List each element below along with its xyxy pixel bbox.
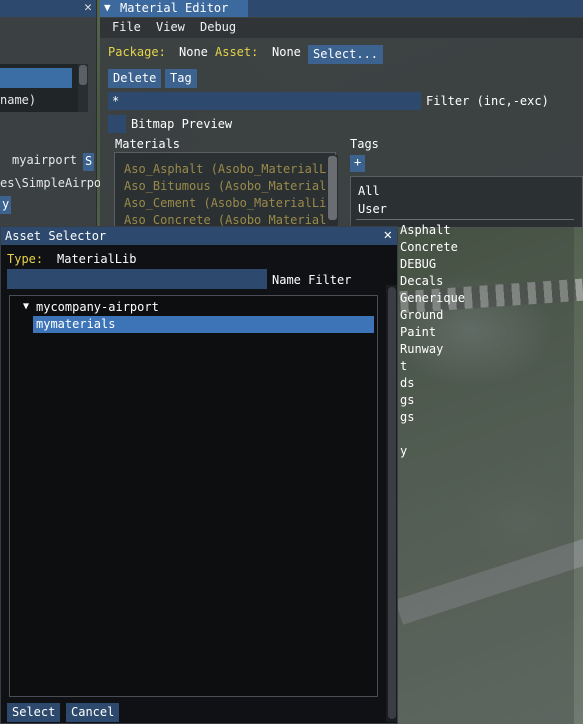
asset-selector-titlebar: Asset Selector ✕ <box>1 227 397 245</box>
tag-item[interactable]: Paint <box>400 325 436 339</box>
name-filter-input[interactable] <box>7 269 267 289</box>
left-window-titlebar: ✕ <box>0 0 96 17</box>
tag-item[interactable]: gs <box>400 393 414 407</box>
left-window-name-text: name) <box>0 93 37 107</box>
tag-item[interactable]: ds <box>400 376 414 390</box>
material-item[interactable]: Aso_Bitumous (Asobo_Materiall <box>124 179 327 193</box>
material-editor-titlebar: ▼ Material Editor <box>100 0 583 17</box>
tag-item-all[interactable]: All <box>358 184 380 198</box>
select-button[interactable]: Select <box>7 703 61 722</box>
tag-item[interactable]: gs <box>400 410 414 424</box>
left-window-s-button[interactable]: S <box>83 153 95 171</box>
chevron-down-icon[interactable]: ▼ <box>23 301 29 312</box>
asset-selector-scroll-thumb[interactable] <box>388 287 396 719</box>
filter-label: Filter (inc,-exc) <box>426 94 549 108</box>
close-icon[interactable]: ✕ <box>384 227 392 243</box>
close-icon[interactable]: ✕ <box>84 0 92 15</box>
filter-input[interactable]: * <box>108 92 421 110</box>
menu-view[interactable]: View <box>156 20 185 34</box>
material-item[interactable]: Aso_Cement (Asobo_MaterialLi <box>124 196 327 210</box>
material-editor-window: ▼ Material Editor File View Debug Packag… <box>100 0 583 230</box>
type-value: MaterialLib <box>57 252 137 266</box>
tag-item[interactable]: t <box>400 359 407 373</box>
tag-item[interactable]: Concrete <box>400 240 458 254</box>
delete-button[interactable]: Delete <box>108 69 162 88</box>
tag-item[interactable]: Ground <box>400 308 443 322</box>
filter-input-value: * <box>112 94 120 108</box>
asset-value: None <box>272 45 301 59</box>
select-asset-button[interactable]: Select... <box>308 45 384 64</box>
tag-item[interactable]: Asphalt <box>400 223 451 237</box>
left-window-path-text: es\SimpleAirpo <box>0 176 102 190</box>
menu-file[interactable]: File <box>112 20 141 34</box>
left-window: ✕ name) myairport S es\SimpleAirpo y <box>0 0 101 228</box>
tag-item-user[interactable]: User <box>358 202 387 216</box>
left-window-selected-item[interactable] <box>0 68 72 88</box>
material-item[interactable]: Aso_Concrete (Asobo_MaterialL <box>124 213 327 227</box>
asset-tree <box>9 295 378 697</box>
materials-header: Materials <box>115 137 181 151</box>
tag-item[interactable]: Generique <box>400 291 465 305</box>
asset-selector-title: Asset Selector <box>5 229 107 243</box>
asset-selector-dialog: Asset Selector ✕ Type: MaterialLib Name … <box>0 226 398 724</box>
asset-label: Asset: <box>215 45 259 59</box>
bitmap-preview-checkbox[interactable] <box>108 115 126 133</box>
material-item[interactable]: Aso_Asphalt (Asobo_MaterialL <box>124 162 327 176</box>
tag-item[interactable]: DEBUG <box>400 257 436 271</box>
bitmap-preview-label: Bitmap Preview <box>131 117 233 131</box>
package-value: None <box>179 45 208 59</box>
material-editor-tab[interactable]: ▼ Material Editor <box>100 0 248 17</box>
tree-node-root[interactable]: mycompany-airport <box>36 300 159 314</box>
left-window-y-button[interactable]: y <box>0 196 12 214</box>
menu-debug[interactable]: Debug <box>200 20 236 34</box>
left-window-airport-text: myairport <box>12 153 78 167</box>
tag-button[interactable]: Tag <box>165 69 197 88</box>
name-filter-label: Name Filter <box>272 273 352 287</box>
tag-item[interactable]: y <box>400 444 407 458</box>
material-editor-title: Material Editor <box>120 1 229 15</box>
cancel-button[interactable]: Cancel <box>66 703 120 722</box>
collapse-arrow-icon[interactable]: ▼ <box>104 1 111 14</box>
add-tag-button[interactable]: + <box>350 155 366 172</box>
tree-node-child[interactable]: mymaterials <box>36 317 115 331</box>
package-label: Package: <box>108 45 166 59</box>
tags-header: Tags <box>350 137 379 151</box>
tag-item[interactable]: Decals <box>400 274 443 288</box>
materials-scroll-thumb[interactable] <box>328 156 337 220</box>
tag-item[interactable]: Runway <box>400 342 443 356</box>
left-window-scroll-thumb[interactable] <box>79 65 87 85</box>
type-label: Type: <box>7 252 44 266</box>
